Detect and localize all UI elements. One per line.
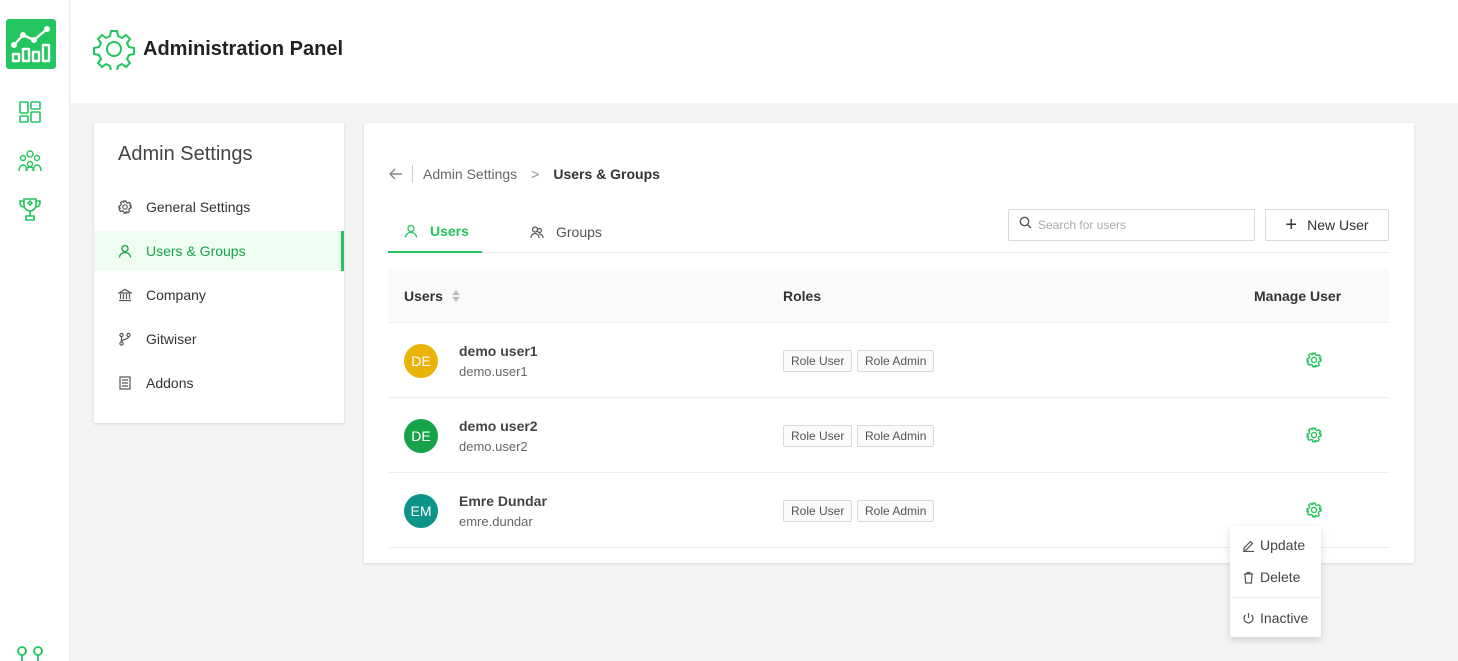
user-icon (404, 224, 418, 238)
column-label: Manage User (1254, 288, 1342, 304)
menu-item-delete[interactable]: Delete (1230, 562, 1321, 592)
column-label: Users (404, 288, 443, 304)
user-login: demo.user2 (459, 439, 528, 454)
menu-divider (1230, 597, 1321, 598)
menu-item-addons[interactable]: Addons (94, 363, 344, 403)
gear-icon (118, 200, 132, 214)
search-box[interactable] (1008, 209, 1255, 241)
avatar: DE (404, 344, 438, 378)
table-header: Users Roles Manage User (388, 269, 1389, 323)
search-icon (1019, 216, 1032, 234)
breadcrumb: Admin Settings > Users & Groups (388, 165, 660, 183)
user-login: demo.user1 (459, 364, 528, 379)
branch-icon[interactable] (16, 645, 46, 661)
admin-settings-menu: Admin Settings General Settings Users & … (94, 123, 344, 423)
breadcrumb-divider (412, 165, 413, 183)
tab-label: Users (430, 223, 469, 239)
gear-icon (93, 28, 135, 72)
branch-icon (118, 332, 132, 346)
column-manage-user: Manage User (1254, 288, 1341, 304)
search-input[interactable] (1038, 218, 1238, 232)
tab-users[interactable]: Users (388, 211, 482, 253)
role-tag: Role Admin (857, 500, 935, 522)
manage-user-gear-icon[interactable] (1306, 427, 1322, 443)
users-group-icon (530, 225, 544, 239)
manage-user-gear-icon[interactable] (1306, 352, 1322, 368)
table-row: DE demo user1 demo.user1 Role User Role … (388, 323, 1389, 398)
settings-title: Admin Settings (118, 143, 253, 165)
breadcrumb-current: Users & Groups (553, 166, 660, 182)
page-title: Administration Panel (143, 38, 344, 60)
user-name: demo user1 (459, 343, 538, 359)
breadcrumb-parent[interactable]: Admin Settings (423, 166, 517, 182)
menu-item-general-settings[interactable]: General Settings (94, 187, 344, 227)
role-tag: Role User (783, 500, 853, 522)
manage-user-gear-icon[interactable] (1306, 502, 1322, 518)
menu-item-gitwiser[interactable]: Gitwiser (94, 319, 344, 359)
menu-item-label: Company (146, 287, 206, 303)
new-user-label: New User (1307, 217, 1369, 233)
role-tag: Role User (783, 350, 853, 372)
menu-item-label: Users & Groups (146, 243, 246, 259)
role-tag: Role Admin (857, 350, 935, 372)
avatar: EM (404, 494, 438, 528)
menu-item-update[interactable]: Update (1230, 530, 1321, 560)
role-tag: Role Admin (857, 425, 935, 447)
plus-icon: + (1285, 214, 1298, 236)
user-name: demo user2 (459, 418, 538, 434)
column-roles: Roles (783, 288, 821, 304)
menu-item-inactive[interactable]: Inactive (1230, 603, 1321, 633)
addons-icon (118, 376, 132, 390)
bank-icon (118, 288, 132, 302)
column-label: Roles (783, 288, 822, 304)
tab-label: Groups (556, 224, 602, 240)
back-arrow-icon[interactable] (388, 166, 404, 182)
left-rail (0, 0, 70, 661)
menu-item-company[interactable]: Company (94, 275, 344, 315)
power-icon (1242, 612, 1255, 625)
users-groups-panel: Admin Settings > Users & Groups Users Gr… (364, 123, 1414, 563)
team-icon[interactable] (16, 147, 44, 175)
tab-groups[interactable]: Groups (514, 211, 618, 253)
user-icon (118, 244, 132, 258)
edit-icon (1242, 539, 1255, 552)
app-logo[interactable] (6, 19, 56, 69)
page-header: Administration Panel (71, 0, 1458, 103)
dashboard-icon[interactable] (16, 98, 44, 126)
menu-item-label: Update (1260, 537, 1306, 553)
menu-item-label: Addons (146, 375, 194, 391)
sort-icon[interactable] (451, 289, 461, 303)
menu-item-label: Delete (1260, 569, 1301, 585)
role-tag: Role User (783, 425, 853, 447)
user-login: emre.dundar (459, 514, 533, 529)
new-user-button[interactable]: + New User (1265, 209, 1389, 241)
avatar: DE (404, 419, 438, 453)
menu-item-label: Gitwiser (146, 331, 197, 347)
table-row: DE demo user2 demo.user2 Role User Role … (388, 398, 1389, 473)
menu-item-users-groups[interactable]: Users & Groups (94, 231, 344, 271)
column-users[interactable]: Users (404, 288, 461, 304)
menu-item-label: Inactive (1260, 610, 1309, 626)
users-table: Users Roles Manage User DE demo user1 de… (388, 269, 1389, 548)
user-name: Emre Dundar (459, 493, 547, 509)
menu-item-label: General Settings (146, 199, 251, 215)
manage-user-dropdown: Update Delete Inactive (1230, 526, 1321, 637)
trophy-icon[interactable] (16, 195, 44, 223)
trash-icon (1242, 571, 1255, 584)
breadcrumb-separator: > (531, 166, 540, 182)
